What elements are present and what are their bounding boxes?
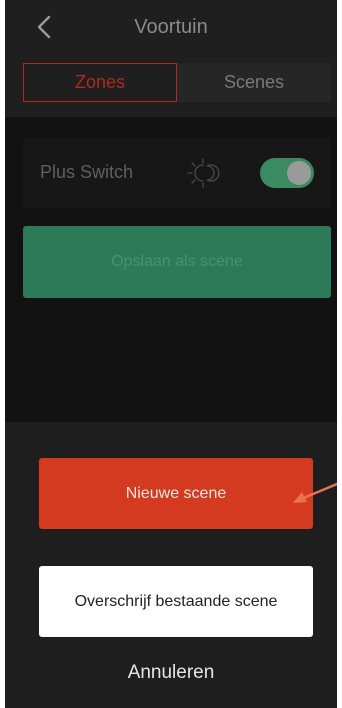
tab-zones[interactable]: Zones (23, 63, 177, 102)
switch-label: Plus Switch (40, 162, 134, 182)
plus-switch-row: Plus Switch (23, 138, 331, 208)
header-bar: Voortuin (5, 0, 337, 55)
sun-moon-icon (187, 158, 220, 188)
phone-screen: Voortuin Zones Scenes Plus Switch Opslaa… (5, 0, 337, 708)
overwrite-scene-button[interactable]: Overschrijf bestaande scene (39, 566, 313, 637)
save-as-scene-button[interactable]: Opslaan als scene (23, 226, 331, 298)
tab-bar: Zones Scenes (5, 55, 337, 117)
plus-switch-toggle[interactable] (260, 158, 314, 188)
toggle-knob (287, 161, 311, 185)
cancel-button[interactable]: Annuleren (5, 662, 337, 684)
tab-scenes[interactable]: Scenes (177, 63, 331, 102)
zone-content: Plus Switch Opslaan als scene (5, 117, 337, 422)
page-title: Voortuin (134, 16, 208, 38)
action-sheet: Nieuwe scene Overschrijf bestaande scene… (5, 422, 337, 708)
new-scene-button[interactable]: Nieuwe scene (39, 458, 313, 529)
annotation-arrow-icon (293, 482, 337, 503)
